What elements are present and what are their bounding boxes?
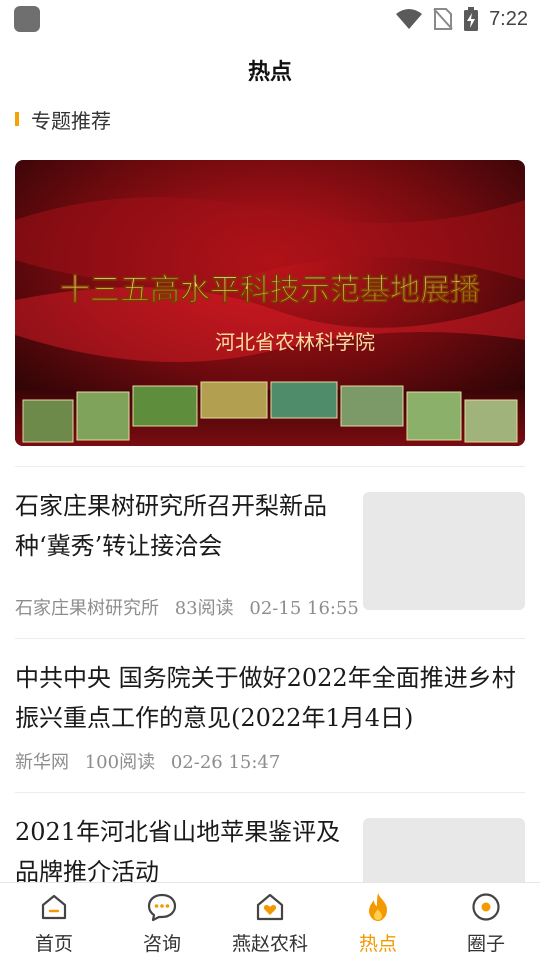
status-indicators: 7:22 — [395, 4, 528, 34]
article-meta: 石家庄果树研究所 83阅读 02-15 16:55 — [15, 594, 369, 620]
article-thumbnail — [363, 818, 525, 882]
article-meta: 新华网 100阅读 02-26 15:47 — [15, 748, 290, 774]
nav-label: 圈子 — [466, 933, 505, 955]
app-notification-icon — [14, 6, 40, 32]
page-header: 热点 — [0, 38, 540, 102]
article-title-line: 石家庄果树研究所召开梨新品 — [15, 492, 327, 520]
divider — [15, 792, 525, 793]
nav-item-circle[interactable]: 圈子 — [432, 883, 540, 960]
circle-icon — [472, 893, 500, 921]
article-title-line: 中共中央 国务院关于做好2022年全面推进乡村 — [15, 664, 516, 692]
divider — [15, 466, 525, 467]
bottom-nav: 首页 咨询 燕赵农科 热点 圈子 — [0, 882, 540, 960]
article-reads: 83阅读 — [174, 598, 234, 619]
nav-item-yanzhao[interactable]: 燕赵农科 — [216, 883, 324, 960]
section-header: 专题推荐 — [15, 104, 111, 134]
article-title-line: 种‘冀秀’转让接洽会 — [15, 532, 223, 560]
banner-title: 十三五高水平科技示范基地展播 — [60, 273, 481, 308]
divider — [15, 638, 525, 639]
status-time: 7:22 — [489, 7, 528, 30]
nav-label: 燕赵农科 — [231, 933, 308, 955]
article-reads: 100阅读 — [84, 752, 156, 773]
article-title-line: 2021年河北省山地苹果鉴评及 — [15, 818, 341, 846]
article-title-line: 振兴重点工作的意见(2022年1月4日) — [15, 704, 414, 732]
nav-label: 咨询 — [142, 933, 181, 955]
no-sim-icon — [433, 8, 453, 30]
content-scroll-area[interactable]: 专题推荐 十三五高水平科技示范基地展播 河北省农林科学院 石家庄果树研究所召开梨… — [0, 102, 540, 882]
nav-label: 热点 — [358, 933, 397, 955]
nav-item-consult[interactable]: 咨询 — [108, 883, 216, 960]
article-time: 02-15 16:55 — [249, 598, 359, 619]
wifi-icon — [396, 9, 423, 29]
page-title: 热点 — [247, 60, 292, 85]
banner-subtitle: 河北省农林科学院 — [215, 330, 375, 354]
article-title-line: 品牌推介活动 — [15, 858, 159, 882]
article-time: 02-26 15:47 — [170, 752, 281, 773]
article-source: 石家庄果树研究所 — [15, 598, 159, 619]
chat-icon — [147, 893, 177, 922]
heart-house-icon — [256, 893, 284, 921]
featured-banner[interactable]: 十三五高水平科技示范基地展播 河北省农林科学院 — [15, 160, 525, 446]
section-title: 专题推荐 — [31, 108, 111, 133]
nav-item-hot[interactable]: 热点 — [324, 883, 432, 960]
nav-item-home[interactable]: 首页 — [0, 883, 108, 960]
section-accent-bar — [15, 112, 19, 126]
status-bar: 7:22 — [0, 0, 540, 38]
article-source: 新华网 — [15, 752, 69, 773]
battery-charging-icon — [464, 7, 479, 31]
banner-image: 十三五高水平科技示范基地展播 河北省农林科学院 — [15, 160, 525, 446]
nav-label: 首页 — [34, 933, 73, 955]
home-icon — [41, 894, 67, 920]
flame-icon — [369, 893, 387, 921]
article-thumbnail — [363, 492, 525, 610]
